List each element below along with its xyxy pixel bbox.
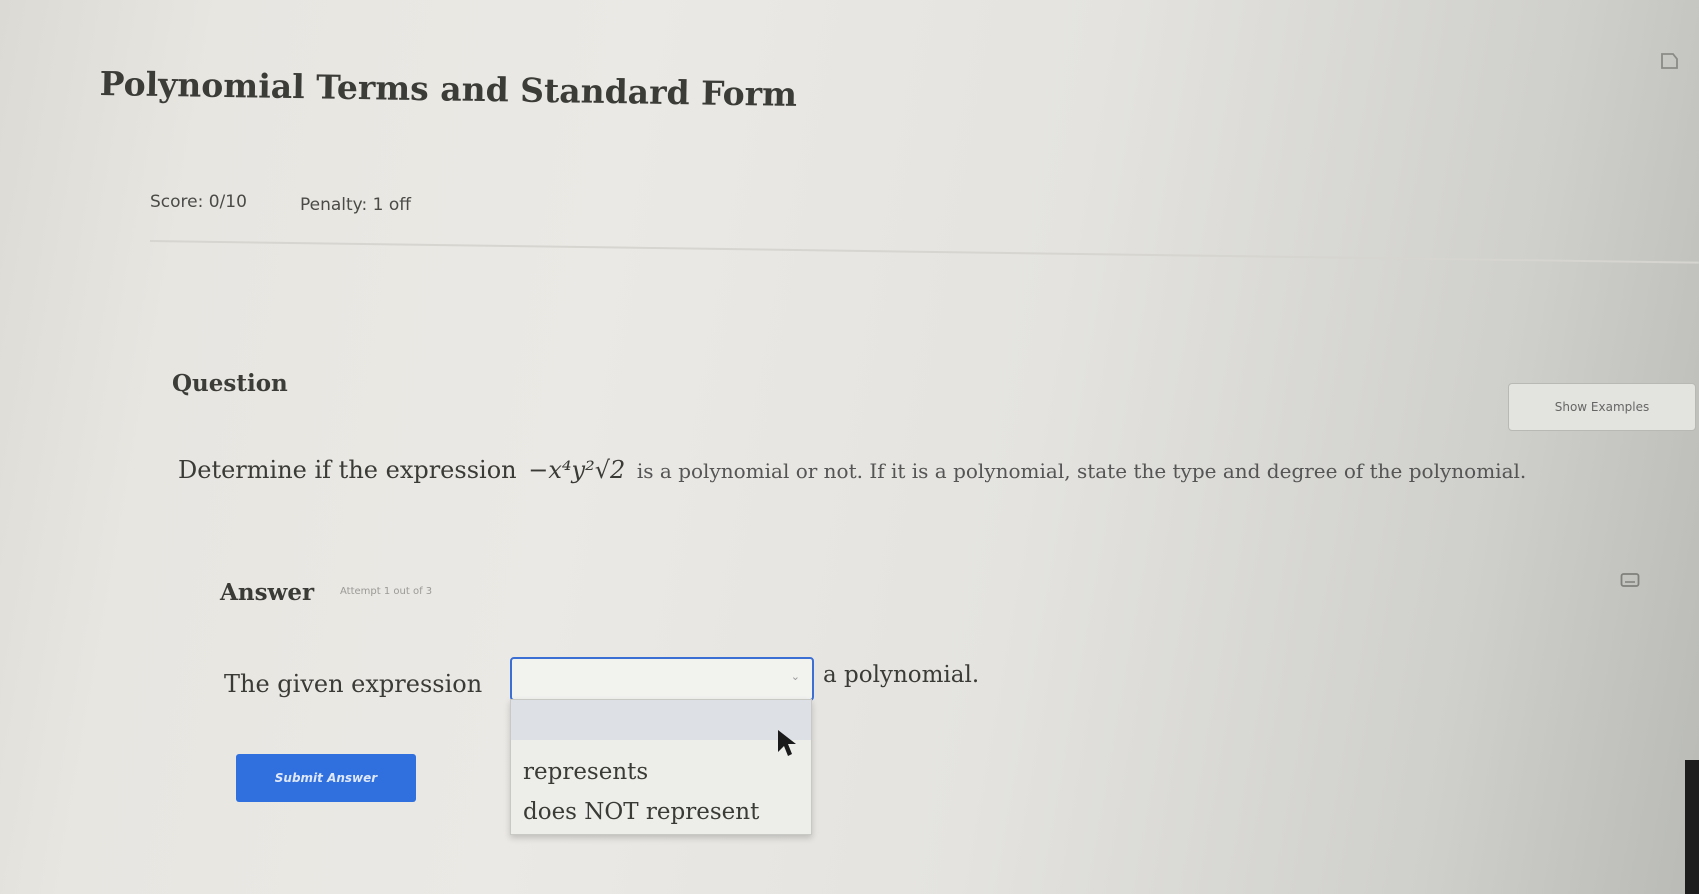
answer-sentence-prefix: The given expression <box>224 670 483 698</box>
divider <box>149 240 1699 264</box>
question-heading: Question <box>172 370 288 397</box>
answer-sentence-suffix: a polynomial. <box>823 662 980 688</box>
dropdown-option-blank[interactable] <box>511 700 811 740</box>
show-examples-button[interactable]: Show Examples <box>1508 383 1696 431</box>
dropdown-option-represents[interactable]: represents <box>511 752 811 792</box>
screen-edge <box>1685 760 1699 894</box>
answer-dropdown-menu: represents does NOT represent <box>510 699 812 835</box>
dropdown-option-does-not-represent[interactable]: does NOT represent <box>511 792 811 832</box>
penalty-label: Penalty: 1 off <box>300 195 411 215</box>
keyboard-icon[interactable] <box>1620 572 1640 588</box>
question-text-before: Determine if the expression <box>178 456 517 484</box>
answer-heading: Answer <box>220 579 315 606</box>
bookmark-icon[interactable] <box>1658 50 1680 72</box>
submit-answer-button[interactable]: Submit Answer <box>236 754 416 802</box>
question-text-rest: is a polynomial or not. If it is a polyn… <box>636 459 1527 483</box>
attempt-label: Attempt 1 out of 3 <box>340 586 433 597</box>
question-text: Determine if the expression −x⁴y²√2 is a… <box>178 456 1526 484</box>
mouse-cursor-icon <box>778 730 796 756</box>
math-expression: −x⁴y²√2 <box>528 456 626 484</box>
score-label: Score: 0/10 <box>150 192 247 212</box>
answer-select[interactable]: ⌄ <box>510 657 814 701</box>
page-title: Polynomial Terms and Standard Form <box>99 64 798 114</box>
chevron-down-icon: ⌄ <box>790 670 800 683</box>
